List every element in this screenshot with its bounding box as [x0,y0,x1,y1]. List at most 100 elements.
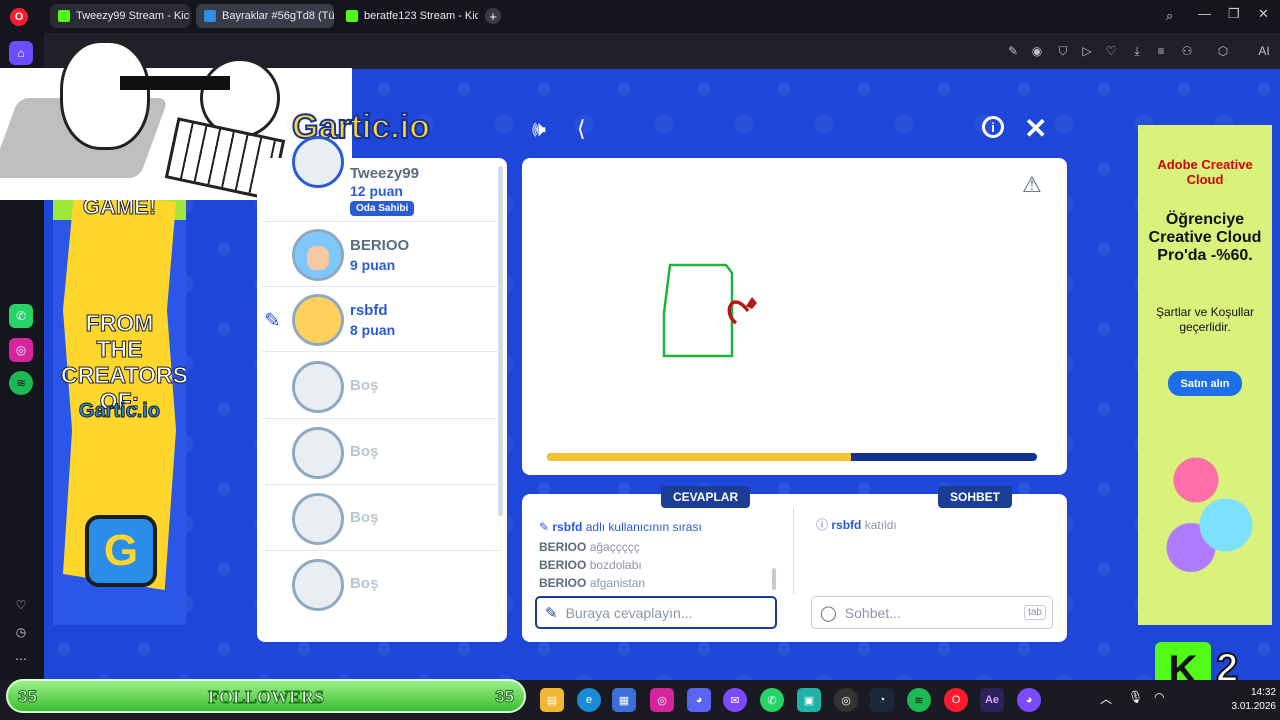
clock-date: 3.01.2026 [1231,701,1277,712]
messenger-icon[interactable]: ✉ [723,688,747,712]
player-score: 9 puan [350,257,396,273]
player-name: Boş [350,575,379,592]
spotify-icon[interactable]: ≋ [9,371,33,395]
right-ad-banner[interactable]: Adobe Creative Cloud Öğrenciye Creative … [1138,125,1272,625]
history-clock-icon[interactable]: ◷ [9,620,33,644]
followers-count-right: 35 [495,687,515,707]
opera-taskbar-icon[interactable]: O [944,688,968,712]
player-name: BERIOO [350,237,410,254]
spotify-taskbar-icon[interactable]: ≋ [907,688,931,712]
drawing-pencil-icon: ✎ [264,310,281,332]
wifi-icon[interactable]: ◠ [1154,690,1164,704]
microphone-icon[interactable]: 🎙 [1128,690,1143,704]
turn-message: ✎ rsbfd adlı kullanıcının sırası [539,520,702,534]
kick-favicon-icon [58,10,70,22]
discord-icon[interactable]: ◕ [687,688,711,712]
store-icon[interactable]: ▦ [612,688,636,712]
app-icon[interactable]: ▣ [797,688,821,712]
tab-answers[interactable]: CEVAPLAR [661,486,751,508]
extensions-cube-icon[interactable]: ⬡ [1214,42,1232,60]
pencil-icon: ✎ [545,604,558,622]
join-message: ⓘ rsbfd katıldı [816,518,897,532]
heart-icon[interactable]: ♡ [1102,42,1120,60]
menu-icon[interactable]: ≡ [1152,42,1170,60]
drawing-canvas [662,263,757,358]
tab-gartic[interactable]: Bayraklar #56gTd8 (Türkçe) [196,4,334,28]
empty-avatar-icon [292,493,344,545]
shield-icon[interactable]: ⛉ [1054,42,1072,60]
clock-time: 14:32 [1250,687,1276,698]
player-name: Boş [350,509,379,526]
player-row-empty[interactable]: Boş [262,355,500,419]
round-timer-bar [547,453,1037,461]
obs-icon[interactable]: ◎ [834,688,858,712]
player-row[interactable]: BERIOO 9 puan [262,223,500,287]
kick-favicon-icon [346,10,358,22]
browser-tab-bar: O Tweezy99 Stream - Kick D Bayraklar #56… [0,0,1280,33]
new-tab-button[interactable]: + [485,8,501,24]
restore-button[interactable]: ❐ [1228,6,1240,22]
file-explorer-icon[interactable]: ▤ [540,688,564,712]
tab-title: Bayraklar #56gTd8 (Türkçe) [222,10,334,22]
share-icon[interactable]: ⟨ [577,116,586,142]
player-row-empty[interactable]: Boş [262,421,500,485]
search-tabs-icon[interactable]: ⌕ [1166,8,1173,24]
edit-icon[interactable]: ✎ [1004,42,1022,60]
answer-message: BERIOO afganistan [539,576,646,590]
ad-artwork [1156,435,1256,585]
chat-bubble-icon: ◯ [820,604,837,622]
opera-logo-icon[interactable]: O [10,8,28,26]
player-row-empty[interactable]: Boş [262,487,500,551]
whatsapp-icon[interactable]: ✆ [9,304,33,328]
ad-gartic-logo: Gartic.io [78,400,161,423]
player-row[interactable]: ✎ rsbfd 8 puan [262,288,500,352]
divider [793,508,794,594]
cat-paw-drawing [60,40,150,150]
more-options-icon[interactable]: ⋯ [9,647,33,671]
close-window-button[interactable]: ✕ [1258,6,1269,22]
instagram-icon[interactable]: ◎ [9,338,33,362]
play-icon[interactable]: ▷ [1078,42,1096,60]
ai-icon[interactable]: AI [1252,42,1276,60]
player-score: 8 puan [350,322,396,338]
answer-input[interactable]: ✎ Buraya cevaplayın... [535,596,777,629]
ad-gartic-app-icon: G [85,515,157,587]
chat-app-icon[interactable]: ◕ [1017,688,1041,712]
player-row-empty[interactable]: Boş [262,553,500,617]
whatsapp-taskbar-icon[interactable]: ✆ [760,688,784,712]
info-icon[interactable]: i [982,116,1004,138]
close-game-icon[interactable]: ✕ [1024,112,1047,145]
player-name: Boş [350,377,379,394]
tab-kick-tweezy[interactable]: Tweezy99 Stream - Kick D [50,4,190,28]
steam-icon[interactable]: ◔ [870,688,894,712]
tray-chevron-icon[interactable]: ︿ [1100,690,1112,707]
avatar [292,294,344,346]
tab-chat[interactable]: SOHBET [938,486,1013,508]
tab-key-hint: tab [1024,605,1046,620]
system-clock[interactable]: 14:32 3.01.2026 [1222,686,1277,714]
minimize-button[interactable]: — [1198,6,1211,21]
left-ad-banner[interactable]: GAME! FROM THE CREATORS OF: Gartic.io G [53,150,186,625]
answers-scrollbar[interactable] [772,568,776,590]
chat-input[interactable]: ◯ Sohbet... tab [811,596,1053,629]
download-icon[interactable]: ⤓ [1128,42,1146,60]
after-effects-icon[interactable]: Ae [980,688,1004,712]
camera-icon[interactable]: ◉ [1028,42,1046,60]
favorites-heart-icon[interactable]: ♡ [9,593,33,617]
volume-icon[interactable]: 🕪 [532,116,546,142]
followers-overlay: 35 FOLLOWERS 35 [6,679,526,713]
sunglasses-drawing [120,76,230,90]
answer-placeholder: Buraya cevaplayın... [565,604,693,621]
empty-avatar-icon [292,427,344,479]
tab-kick-beratfe[interactable]: beratfe123 Stream - Kick D [338,4,478,28]
ad-buy-button[interactable]: Satın alın [1168,371,1242,396]
profile-icon[interactable]: ⚇ [1178,42,1196,60]
report-warning-icon[interactable]: ⚠ [1022,172,1042,198]
edge-icon[interactable]: e [577,688,601,712]
empty-avatar-icon [292,559,344,611]
drawing-canvas-panel[interactable]: ⚠ [522,158,1067,475]
player-score: 12 puan [350,183,403,199]
instagram-taskbar-icon[interactable]: ◎ [650,688,674,712]
home-icon[interactable]: ⌂ [9,41,33,65]
player-row[interactable]: Tweezy99 12 puan Oda Sahibi [262,136,500,222]
